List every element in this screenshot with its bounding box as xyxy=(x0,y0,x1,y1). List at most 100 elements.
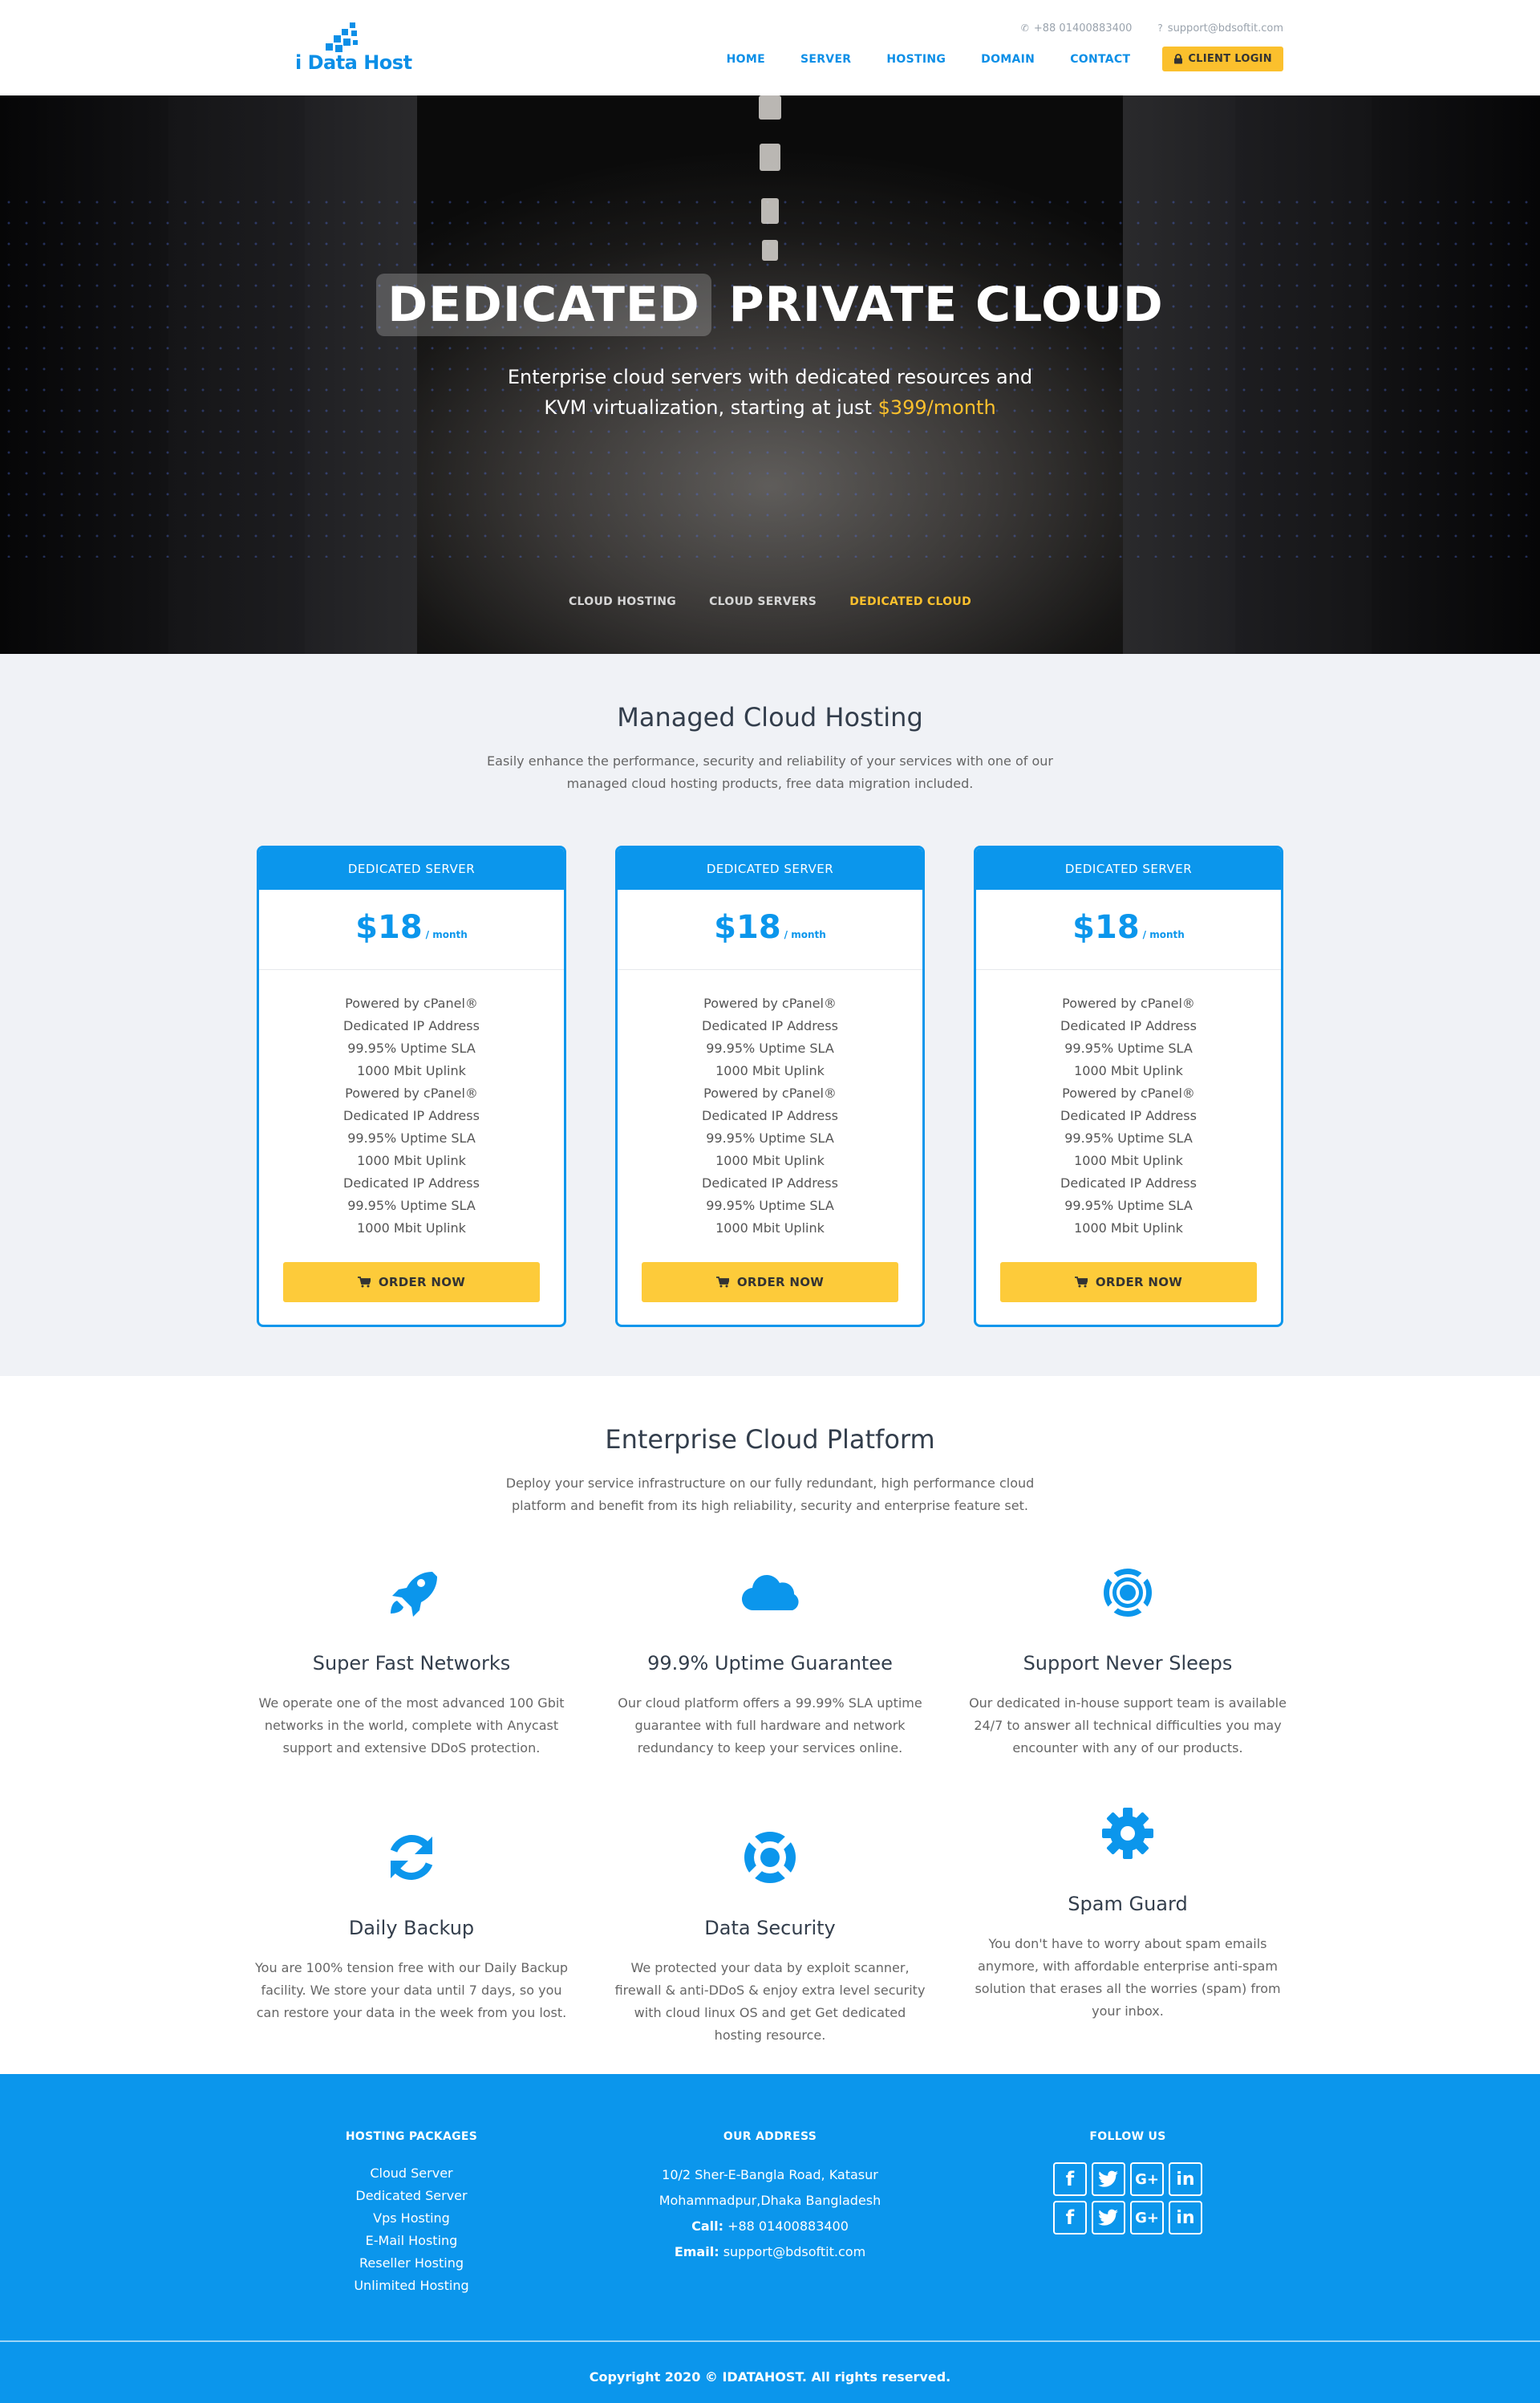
plan-feature: Dedicated IP Address xyxy=(702,1018,838,1033)
hero-price: $399/month xyxy=(877,396,996,419)
pricing-card: DEDICATED SERVER $18/ month Powered by c… xyxy=(974,846,1283,1327)
pricing-title: Managed Cloud Hosting xyxy=(617,702,923,733)
feature-super-fast-networks: Super Fast Networks We operate one of th… xyxy=(251,1561,572,1760)
facebook-icon[interactable]: f xyxy=(1053,2162,1087,2196)
plan-price: $18/ month xyxy=(976,890,1281,970)
cart-icon xyxy=(357,1277,371,1288)
hero-bg-light xyxy=(759,95,781,120)
plan-name: DEDICATED SERVER xyxy=(259,848,564,890)
plan-feature: Dedicated IP Address xyxy=(1060,1108,1197,1123)
order-now-button[interactable]: ORDER NOW xyxy=(642,1262,898,1302)
hero-tab-dedicated-cloud[interactable]: DEDICATED CLOUD xyxy=(849,595,971,608)
nav-contact[interactable]: CONTACT xyxy=(1070,53,1130,66)
facebook-icon[interactable]: f xyxy=(1053,2201,1087,2235)
hero-subtitle: Enterprise cloud servers with dedicated … xyxy=(507,366,1033,419)
cloud-icon xyxy=(741,1575,799,1611)
nav-hosting[interactable]: HOSTING xyxy=(886,53,946,66)
plan-feature: Powered by cPanel® xyxy=(345,1086,478,1101)
google-plus-icon[interactable]: G+ xyxy=(1130,2201,1164,2235)
nav-server[interactable]: SERVER xyxy=(800,53,851,66)
plan-feature: 1000 Mbit Uplink xyxy=(1074,1153,1183,1168)
plan-feature: Dedicated IP Address xyxy=(343,1175,480,1191)
nav-home[interactable]: HOME xyxy=(727,53,765,66)
plan-feature: 1000 Mbit Uplink xyxy=(1074,1220,1183,1236)
order-now-button[interactable]: ORDER NOW xyxy=(1000,1262,1257,1302)
copyright: Copyright 2020 © IDATAHOST. All rights r… xyxy=(589,2369,951,2385)
hero-title: DEDICATED PRIVATE CLOUD xyxy=(0,274,1540,336)
refresh-icon xyxy=(390,1835,433,1880)
footer-email[interactable]: support@bdsoftit.com xyxy=(723,2244,865,2259)
plan-feature: 1000 Mbit Uplink xyxy=(357,1220,466,1236)
cart-icon xyxy=(715,1277,729,1288)
logo[interactable]: i Data Host xyxy=(295,22,412,75)
plan-feature: 99.95% Uptime SLA xyxy=(347,1041,476,1056)
plan-feature: 99.95% Uptime SLA xyxy=(706,1198,834,1213)
pricing-section: Managed Cloud Hosting Easily enhance the… xyxy=(0,654,1540,1376)
client-login-button[interactable]: CLIENT LOGIN xyxy=(1162,47,1283,71)
plan-feature: Dedicated IP Address xyxy=(1060,1175,1197,1191)
topbar: ✆ +88 01400883400 ? support@bdsoftit.com xyxy=(1021,22,1283,35)
hero-tab-cloud-servers[interactable]: CLOUD SERVERS xyxy=(709,595,817,608)
features-section: Enterprise Cloud Platform Deploy your se… xyxy=(0,1376,1540,2074)
site-header: i Data Host ✆ +88 01400883400 ? support@bd… xyxy=(0,0,1540,95)
hero-bg-light xyxy=(761,198,779,224)
footer-link-unlimited-hosting[interactable]: Unlimited Hosting xyxy=(331,2275,492,2297)
hero-tab-cloud-hosting[interactable]: CLOUD HOSTING xyxy=(569,595,676,608)
plan-feature: Powered by cPanel® xyxy=(703,1086,837,1101)
phone-icon: ✆ xyxy=(1020,22,1029,34)
footer-link-vps-hosting[interactable]: Vps Hosting xyxy=(331,2207,492,2230)
footer-follow-us: FOLLOW US f G+ in f G+ in xyxy=(1048,2130,1208,2235)
plan-feature: Powered by cPanel® xyxy=(1062,1086,1195,1101)
nav-domain[interactable]: DOMAIN xyxy=(981,53,1035,66)
plan-feature: Powered by cPanel® xyxy=(1062,996,1195,1011)
plan-feature: Dedicated IP Address xyxy=(702,1108,838,1123)
lock-icon xyxy=(1174,54,1183,64)
linkedin-icon[interactable]: in xyxy=(1169,2201,1202,2235)
features-subtitle: Deploy your service infrastructure on ou… xyxy=(505,1475,1035,1513)
question-circle-icon: ? xyxy=(1157,22,1163,34)
plan-feature: Powered by cPanel® xyxy=(703,996,837,1011)
cart-icon xyxy=(1074,1277,1088,1288)
feature-data-security: Data Security We protected your data by … xyxy=(610,1825,930,2047)
pricing-card: DEDICATED SERVER $18/ month Powered by c… xyxy=(257,846,566,1327)
footer-link-email-hosting[interactable]: E-Mail Hosting xyxy=(331,2230,492,2252)
plan-feature: 99.95% Uptime SLA xyxy=(1064,1198,1193,1213)
plan-feature: 1000 Mbit Uplink xyxy=(357,1153,466,1168)
twitter-icon[interactable] xyxy=(1092,2201,1125,2235)
footer-phone[interactable]: +88 01400883400 xyxy=(727,2218,849,2234)
twitter-icon[interactable] xyxy=(1092,2162,1125,2196)
footer-link-reseller-hosting[interactable]: Reseller Hosting xyxy=(331,2252,492,2275)
plan-features: Powered by cPanel® Dedicated IP Address 99… xyxy=(976,970,1281,1240)
pricing-cards: DEDICATED SERVER $18/ month Powered by c… xyxy=(257,846,1283,1327)
order-now-button[interactable]: ORDER NOW xyxy=(283,1262,540,1302)
plan-feature: 1000 Mbit Uplink xyxy=(357,1063,466,1078)
plan-features: Powered by cPanel® Dedicated IP Address 99… xyxy=(259,970,564,1240)
topbar-email[interactable]: ? support@bdsoftit.com xyxy=(1157,22,1283,35)
pricing-subtitle: Easily enhance the performance, security… xyxy=(487,753,1053,791)
main-nav: HOME SERVER HOSTING DOMAIN CONTACT CLIEN… xyxy=(691,47,1283,71)
plan-feature: Dedicated IP Address xyxy=(343,1018,480,1033)
plan-feature: 1000 Mbit Uplink xyxy=(715,1220,825,1236)
footer-link-cloud-server[interactable]: Cloud Server xyxy=(331,2162,492,2185)
plan-feature: 99.95% Uptime SLA xyxy=(706,1041,834,1056)
plan-feature: 1000 Mbit Uplink xyxy=(1074,1063,1183,1078)
hero-bg-light xyxy=(762,240,778,261)
footer-divider xyxy=(0,2340,1540,2342)
feature-spam-guard: Spam Guard You don't have to worry about… xyxy=(967,1801,1288,2023)
lifebuoy-icon xyxy=(744,1832,796,1883)
features-title: Enterprise Cloud Platform xyxy=(605,1424,935,1455)
footer-link-dedicated-server[interactable]: Dedicated Server xyxy=(331,2185,492,2207)
plan-name: DEDICATED SERVER xyxy=(976,848,1281,890)
plan-feature: Dedicated IP Address xyxy=(702,1175,838,1191)
plan-price: $18/ month xyxy=(618,890,922,970)
plan-feature: Dedicated IP Address xyxy=(1060,1018,1197,1033)
plan-name: DEDICATED SERVER xyxy=(618,848,922,890)
footer-address: OUR ADDRESS 10/2 Sher-E-Bangla Road, Kat… xyxy=(659,2130,881,2259)
plan-feature: Dedicated IP Address xyxy=(343,1108,480,1123)
feature-daily-backup: Daily Backup You are 100% tension free w… xyxy=(251,1825,572,2024)
linkedin-icon[interactable]: in xyxy=(1169,2162,1202,2196)
topbar-phone[interactable]: ✆ +88 01400883400 xyxy=(1021,22,1133,35)
pricing-card: DEDICATED SERVER $18/ month Powered by c… xyxy=(615,846,925,1327)
google-plus-icon[interactable]: G+ xyxy=(1130,2162,1164,2196)
footer-hosting-packages: HOSTING PACKAGES Cloud Server Dedicated … xyxy=(331,2130,492,2297)
